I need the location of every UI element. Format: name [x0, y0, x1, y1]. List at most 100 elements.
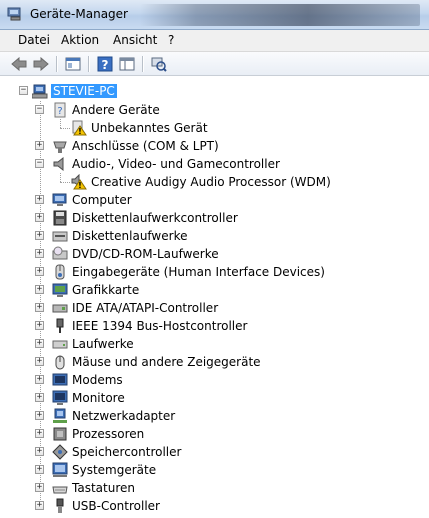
tree-item-anschluesse[interactable]: Anschlüsse (COM & LPT): [72, 139, 219, 153]
toolbar-separator: [142, 56, 144, 72]
storage-controller-icon: [52, 444, 68, 460]
monitor-icon: [52, 390, 68, 405]
network-adapter-icon: [53, 408, 67, 423]
expand-toggle-disk[interactable]: +: [35, 231, 44, 240]
tree-item-diskettenlaufwerkcontroller[interactable]: Diskettenlaufwerkcontroller: [72, 211, 238, 225]
scan-hardware-button[interactable]: [150, 55, 168, 73]
tree-item-dvd-laufwerke[interactable]: DVD/CD-ROM-Laufwerke: [72, 247, 219, 261]
toolbar-separator: [88, 56, 90, 72]
tree-item-systemgeraete[interactable]: Systemgeräte: [72, 463, 156, 477]
expand-toggle-monitore[interactable]: +: [35, 393, 44, 402]
tree-line: [60, 182, 70, 183]
tree-item-usb-controller[interactable]: USB-Controller: [72, 499, 160, 513]
hid-icon: [55, 264, 65, 280]
collapse-toggle-andere[interactable]: −: [35, 105, 44, 114]
tree-item-speichercontroller[interactable]: Speichercontroller: [72, 445, 181, 459]
expand-toggle-system[interactable]: +: [35, 465, 44, 474]
help-button[interactable]: ?: [96, 55, 114, 73]
tree-item-laufwerke[interactable]: Laufwerke: [72, 337, 134, 351]
forward-icon: [33, 57, 49, 71]
tree-item-computer[interactable]: Computer: [72, 193, 132, 207]
firewire-icon: [56, 318, 64, 333]
back-button[interactable]: [10, 55, 28, 73]
expand-toggle-speicher[interactable]: +: [35, 447, 44, 456]
title-bar-background: [140, 4, 420, 26]
root-collapse-toggle[interactable]: −: [19, 86, 28, 95]
help-icon: ?: [97, 56, 113, 72]
forward-button[interactable]: [32, 55, 50, 73]
floppy-controller-icon: [53, 210, 67, 226]
expand-toggle-grafik[interactable]: +: [35, 285, 44, 294]
back-icon: [11, 57, 27, 71]
expand-toggle-prozessoren[interactable]: +: [35, 429, 44, 438]
device-tree: − STEVIE-PC − ? Andere Geräte ! Unbekann…: [0, 77, 429, 518]
tree-item-grafikkarte[interactable]: Grafikkarte: [72, 283, 139, 297]
tree-item-netzwerkadapter[interactable]: Netzwerkadapter: [72, 409, 175, 423]
properties-view-button[interactable]: [64, 55, 82, 73]
mouse-icon: [55, 355, 65, 370]
tree-item-prozessoren[interactable]: Prozessoren: [72, 427, 144, 441]
title-bar: Geräte-Manager: [0, 0, 429, 30]
tree-item-modems[interactable]: Modems: [72, 373, 123, 387]
disk-drive-icon: [52, 340, 68, 349]
expand-toggle-laufwerke[interactable]: +: [35, 339, 44, 348]
tree-line: [60, 119, 61, 128]
tree-item-tastaturen[interactable]: Tastaturen: [72, 481, 135, 495]
root-node-label[interactable]: STEVIE-PC: [51, 84, 117, 98]
collapse-toggle-audio[interactable]: −: [35, 159, 44, 168]
expand-toggle-tastaturen[interactable]: +: [35, 483, 44, 492]
console-tree-button[interactable]: [118, 55, 136, 73]
expand-toggle-eingabe[interactable]: +: [35, 267, 44, 276]
svg-text:!: !: [78, 127, 82, 136]
expand-toggle-dvd[interactable]: +: [35, 249, 44, 258]
modem-icon: [52, 373, 68, 386]
scan-hardware-icon: [151, 57, 167, 72]
computer-root-icon: [32, 84, 48, 99]
console-tree-icon: [119, 57, 135, 71]
expand-toggle-modems[interactable]: +: [35, 375, 44, 384]
tree-item-ide-controller[interactable]: IDE ATA/ATAPI-Controller: [72, 301, 218, 315]
menu-datei[interactable]: Datei: [16, 33, 52, 47]
tree-item-diskettenlaufwerke[interactable]: Diskettenlaufwerke: [72, 229, 187, 243]
speaker-icon: [53, 156, 64, 172]
tree-item-andere-geraete[interactable]: Andere Geräte: [72, 103, 160, 117]
expand-toggle-anschluesse[interactable]: +: [35, 141, 44, 150]
expand-toggle-ieee[interactable]: +: [35, 321, 44, 330]
system-devices-icon: [52, 462, 68, 477]
tree-line: [60, 173, 61, 182]
floppy-drive-icon: [52, 231, 68, 242]
properties-view-icon: [65, 57, 81, 71]
expand-toggle-netzwerk[interactable]: +: [35, 411, 44, 420]
expand-toggle-computer[interactable]: +: [35, 195, 44, 204]
device-manager-icon: [7, 7, 21, 21]
toolbar: ?: [0, 52, 429, 76]
keyboard-icon: [52, 486, 68, 494]
expand-toggle-maeuse[interactable]: +: [35, 357, 44, 366]
menu-help[interactable]: ?: [166, 33, 176, 47]
tree-item-audio[interactable]: Audio-, Video- und Gamecontroller: [72, 157, 280, 171]
expand-toggle-usb[interactable]: +: [35, 501, 44, 510]
tree-item-maeuse[interactable]: Mäuse und andere Zeigegeräte: [72, 355, 261, 369]
expand-toggle-diskctrl[interactable]: +: [35, 213, 44, 222]
tree-item-eingabegeraete[interactable]: Eingabegeräte (Human Interface Devices): [72, 265, 325, 279]
tree-item-creative-audigy[interactable]: Creative Audigy Audio Processor (WDM): [91, 175, 331, 189]
expand-toggle-ide[interactable]: +: [35, 303, 44, 312]
tree-item-unbekanntes-geraet[interactable]: Unbekanntes Gerät: [91, 121, 208, 135]
unknown-device-category-icon: ?: [54, 102, 66, 118]
processor-icon: [53, 427, 67, 441]
tree-line: [60, 128, 70, 129]
tree-item-monitore[interactable]: Monitore: [72, 391, 125, 405]
tree-item-ieee1394[interactable]: IEEE 1394 Bus-Hostcontroller: [72, 319, 247, 333]
menu-aktion[interactable]: Aktion: [59, 33, 101, 47]
port-icon: [53, 141, 67, 153]
warning-speaker-icon: !: [71, 174, 87, 190]
window-title: Geräte-Manager: [30, 7, 128, 21]
menu-ansicht[interactable]: Ansicht: [111, 33, 159, 47]
svg-text:?: ?: [57, 106, 62, 117]
svg-text:?: ?: [102, 58, 109, 72]
dvd-drive-icon: [52, 246, 68, 260]
computer-icon: [52, 193, 67, 206]
toolbar-separator: [56, 56, 58, 72]
warning-device-icon: !: [72, 120, 87, 136]
usb-controller-icon: [56, 498, 64, 513]
